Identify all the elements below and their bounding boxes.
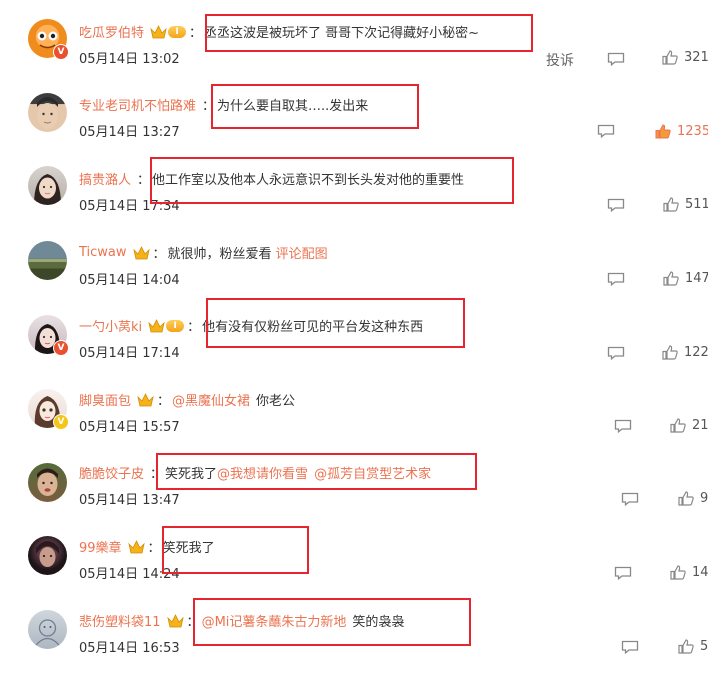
like-count: 9 (700, 491, 708, 506)
username[interactable]: 脚臭面包 (79, 390, 131, 409)
comment-item: 脆脆饺子皮 ： 笑死我了 @我想请你看雪 @孤芳自赏型艺术家 05月14日 13… (0, 449, 708, 522)
like-button[interactable]: 21 (670, 418, 708, 433)
thumbs-up-icon (678, 491, 694, 506)
username[interactable]: 99樂章 (79, 537, 122, 556)
mention-link[interactable]: @黑魔仙女裙 (172, 390, 250, 409)
thumbs-up-icon (663, 271, 679, 286)
avatar[interactable] (28, 93, 67, 132)
comment-text: 笑的袅袅 (352, 615, 405, 630)
thumbs-up-icon (662, 50, 678, 65)
like-button[interactable]: 321 (662, 50, 708, 65)
mention-link[interactable]: @我想请你看雪 (217, 463, 308, 482)
mention-link[interactable]: @Mi记薯条蘸朱古力新地 (202, 611, 347, 630)
like-button[interactable]: 14 (670, 565, 708, 580)
like-count: 122 (684, 345, 708, 360)
reply-icon[interactable] (597, 124, 615, 138)
avatar[interactable] (28, 610, 67, 649)
username[interactable]: 搞贵潞人 (79, 169, 131, 188)
comment-item: 搞贵潞人 ： 他工作室以及他本人永远意识不到长头发对他的重要性 05月14日 1… (0, 155, 708, 228)
comment-item: Ticwaw ： 就很帅，粉丝爱看 评论配图 05月14日 14:04 147 (0, 228, 708, 301)
reply-icon[interactable] (607, 198, 625, 212)
crown-icon (132, 245, 150, 259)
reply-icon[interactable] (621, 640, 639, 654)
mention-link[interactable]: @孤芳自赏型艺术家 (314, 463, 431, 482)
like-count: 21 (692, 418, 708, 433)
avatar[interactable] (28, 463, 67, 502)
crown-icon (127, 539, 145, 553)
comment-date: 05月14日 13:47 (79, 493, 180, 508)
comment-text: 丞丞这波是被玩坏了 哥哥下次记得藏好小秘密~ (204, 26, 480, 41)
crown-icon (137, 392, 154, 406)
report-button[interactable]: 投诉 (546, 50, 574, 70)
like-button[interactable]: 5 (678, 639, 708, 654)
avatar[interactable]: V (28, 315, 69, 356)
username[interactable]: 悲伤塑料袋11 (79, 611, 161, 630)
comment-item: V 脚臭面包 ： @黑魔仙女裙 你老公 05月14日 15:57 21 (0, 375, 708, 448)
comment-date: 05月14日 17:34 (79, 199, 180, 214)
comment-text: 他有没有仅粉丝可见的平台发这种东西 (202, 320, 424, 335)
username[interactable]: 脆脆饺子皮 (79, 463, 144, 482)
reply-icon[interactable] (614, 419, 632, 433)
comment-date: 05月14日 15:57 (79, 420, 180, 435)
comment-item: 专业老司机不怕路难 ： 为什么要自取其…..发出来 05月14日 13:27 1… (0, 81, 708, 154)
comment-date: 05月14日 16:53 (79, 641, 180, 656)
comment-text: 笑死我了 (165, 467, 218, 482)
comment-date: 05月14日 17:14 (79, 346, 180, 361)
username[interactable]: 吃瓜罗伯特 (79, 22, 144, 41)
reply-icon[interactable] (607, 272, 625, 286)
reply-icon[interactable] (607, 52, 625, 66)
like-button[interactable]: 511 (663, 197, 708, 212)
username[interactable]: 一勺小莴ki (79, 316, 142, 335)
like-count: 147 (685, 271, 708, 286)
comment-date: 05月14日 13:27 (79, 125, 180, 140)
reply-icon[interactable] (614, 566, 632, 580)
comment-item: 99樂章 ： 笑死我了 05月14日 14:24 14 (0, 522, 708, 595)
reply-icon[interactable] (607, 346, 625, 360)
avatar[interactable] (28, 166, 67, 205)
comment-text: 笑死我了 (162, 541, 215, 556)
like-button[interactable]: 9 (678, 491, 708, 506)
thumbs-up-icon (678, 639, 694, 654)
verified-badge-icon: V (53, 414, 69, 430)
username[interactable]: 专业老司机不怕路难 (79, 95, 196, 114)
comment-text: 他工作室以及他本人永远意识不到长头发对他的重要性 (152, 173, 465, 188)
like-count: 14 (692, 565, 708, 580)
like-button[interactable]: 122 (662, 345, 708, 360)
username[interactable]: Ticwaw (79, 245, 127, 260)
avatar[interactable]: V (28, 389, 69, 430)
verified-badge-icon: V (53, 340, 69, 356)
like-count: 5 (700, 639, 708, 654)
crown-icon (166, 613, 184, 627)
avatar[interactable] (28, 241, 67, 280)
thumbs-up-icon (655, 124, 671, 139)
like-button[interactable]: 147 (663, 271, 708, 286)
comment-date: 05月14日 14:24 (79, 567, 180, 582)
like-button[interactable]: 1235 (655, 124, 708, 139)
like-count: 321 (684, 50, 708, 65)
avatar[interactable] (28, 536, 67, 575)
comment-date: 05月14日 14:04 (79, 273, 180, 288)
verified-badge-icon: V (53, 44, 69, 60)
comment-text: 你老公 (256, 394, 296, 409)
thumbs-up-icon (670, 565, 686, 580)
reply-icon[interactable] (621, 492, 639, 506)
thumbs-up-icon (663, 197, 679, 212)
comment-date: 05月14日 13:02 (79, 52, 180, 67)
crown-icon (148, 318, 165, 332)
level-badge: I (166, 319, 185, 332)
thumbs-up-icon (662, 345, 678, 360)
avatar[interactable]: V (28, 19, 69, 60)
like-count: 511 (685, 197, 708, 212)
comment-item: V 吃瓜罗伯特 I ： 丞丞这波是被玩坏了 哥哥下次记得藏好小秘密~ 05月14… (0, 8, 708, 81)
comment-image-link[interactable]: 评论配图 (276, 243, 328, 262)
level-badge: I (168, 25, 187, 38)
crown-icon (150, 24, 167, 38)
comment-text: 为什么要自取其…..发出来 (217, 99, 369, 114)
comment-text: 就很帅，粉丝爱看 (167, 247, 272, 262)
comment-item: 悲伤塑料袋11 ： @Mi记薯条蘸朱古力新地 笑的袅袅 05月14日 16:53… (0, 596, 708, 669)
thumbs-up-icon (670, 418, 686, 433)
comment-item: V 一勺小莴ki I ： 他有没有仅粉丝可见的平台发这种东西 05月14日 17… (0, 301, 708, 374)
like-count: 1235 (677, 124, 708, 139)
